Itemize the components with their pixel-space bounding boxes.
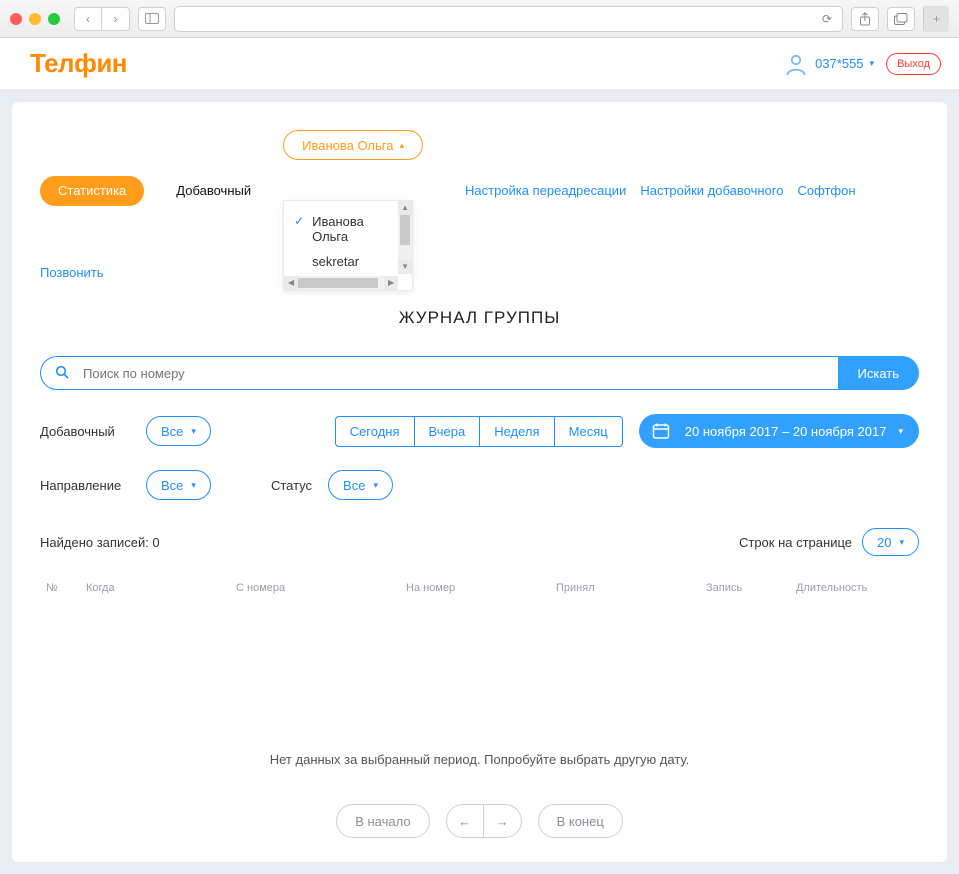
close-window-icon[interactable]: [10, 13, 22, 25]
content-card: Статистика Добавочный Иванова Ольга ▴ Ив…: [12, 102, 947, 862]
link-forwarding-settings[interactable]: Настройка переадресации: [465, 183, 626, 198]
minimize-window-icon[interactable]: [29, 13, 41, 25]
chevron-down-icon: ▾: [373, 480, 378, 491]
direction-filter-select[interactable]: Все ▾: [146, 470, 211, 500]
filter-row-2: Направление Все ▾ Статус Все ▾: [40, 470, 919, 500]
col-number: №: [40, 582, 80, 594]
period-yesterday[interactable]: Вчера: [414, 417, 480, 446]
user-select-dropdown[interactable]: Иванова Ольга ▴: [283, 130, 423, 160]
chevron-down-icon: ▾: [191, 480, 196, 491]
status-filter-select[interactable]: Все ▾: [328, 470, 393, 500]
reload-icon[interactable]: ⟳: [822, 12, 832, 26]
nav-buttons: ‹ ›: [74, 7, 130, 31]
pager-last[interactable]: В конец: [538, 804, 623, 838]
url-bar[interactable]: ⟳: [174, 6, 843, 32]
back-button[interactable]: ‹: [74, 7, 102, 31]
status-filter-label: Статус: [271, 478, 312, 493]
perpage-select[interactable]: 20 ▾: [862, 528, 919, 556]
forward-button[interactable]: ›: [102, 7, 130, 31]
empty-state: Нет данных за выбранный период. Попробуй…: [40, 752, 919, 767]
chevron-up-icon: ▴: [399, 140, 404, 151]
maximize-window-icon[interactable]: [48, 13, 60, 25]
link-softphone[interactable]: Софтфон: [797, 183, 855, 198]
period-month[interactable]: Месяц: [554, 417, 622, 446]
col-to: На номер: [400, 582, 550, 594]
chevron-down-icon: ▾: [898, 426, 903, 437]
col-received: Принял: [550, 582, 700, 594]
extension-filter-value: Все: [161, 424, 183, 439]
browser-chrome: ‹ › ⟳ +: [0, 0, 959, 38]
logo: Телфин: [30, 48, 127, 79]
col-when: Когда: [80, 582, 230, 594]
chevron-down-icon: ▾: [899, 537, 904, 548]
pager: В начало ← → В конец: [12, 804, 947, 838]
direction-filter-label: Направление: [40, 478, 130, 493]
pager-next[interactable]: →: [484, 804, 522, 838]
window-controls: [10, 13, 60, 25]
perpage-label: Строк на странице: [739, 535, 852, 550]
search-button[interactable]: Искать: [838, 356, 920, 390]
extension-filter-select[interactable]: Все ▾: [146, 416, 211, 446]
search-icon: [55, 365, 69, 382]
sidebar-toggle-button[interactable]: [138, 7, 166, 31]
user-option-ivanova[interactable]: Иванова Ольга: [284, 209, 398, 249]
chevron-down-icon: ▾: [870, 58, 875, 69]
chevron-down-icon: ▾: [191, 426, 196, 437]
col-from: С номера: [230, 582, 400, 594]
search-input[interactable]: [83, 366, 824, 381]
tab-statistics[interactable]: Статистика: [40, 176, 144, 206]
search-row: Искать: [40, 356, 919, 390]
user-option-sekretar[interactable]: sekretar: [284, 249, 398, 274]
logout-button[interactable]: Выход: [886, 53, 941, 75]
date-range-value: 20 ноября 2017 – 20 ноября 2017: [685, 424, 887, 439]
period-today[interactable]: Сегодня: [336, 417, 414, 446]
page-title: ЖУРНАЛ ГРУППЫ: [40, 308, 919, 328]
pager-prev[interactable]: ←: [446, 804, 484, 838]
link-extension-settings[interactable]: Настройки добавочного: [640, 183, 783, 198]
user-account-menu[interactable]: 037*555 ▾: [783, 51, 874, 77]
results-row: Найдено записей: 0 Строк на странице 20 …: [40, 528, 919, 556]
tabs-button[interactable]: [887, 7, 915, 31]
new-tab-button[interactable]: +: [923, 6, 949, 32]
filter-row-1: Добавочный Все ▾ Сегодня Вчера Неделя Ме…: [40, 414, 919, 448]
user-icon: [783, 51, 809, 77]
search-box: [40, 356, 838, 390]
date-range-picker[interactable]: 20 ноября 2017 – 20 ноября 2017 ▾: [639, 414, 919, 448]
direction-filter-value: Все: [161, 478, 183, 493]
status-filter-value: Все: [343, 478, 365, 493]
app-header: Телфин 037*555 ▾ Выход: [0, 38, 959, 90]
scrollbar-horizontal[interactable]: ◀▶: [284, 276, 398, 290]
period-week[interactable]: Неделя: [479, 417, 553, 446]
user-select-value: Иванова Ольга: [302, 138, 393, 153]
table-header: № Когда С номера На номер Принял Запись …: [40, 574, 919, 602]
tabs-row: Статистика Добавочный Иванова Ольга ▴ Ив…: [40, 130, 919, 280]
col-duration: Длительность: [790, 582, 919, 594]
link-call[interactable]: Позвонить: [40, 265, 104, 280]
user-dropdown-panel: Иванова Ольга sekretar ▲▼ ◀▶: [283, 200, 413, 291]
scrollbar-vertical[interactable]: ▲▼: [398, 201, 412, 274]
user-account-label: 037*555: [815, 56, 863, 71]
share-button[interactable]: [851, 7, 879, 31]
tab-extension[interactable]: Добавочный: [158, 176, 269, 206]
period-segmented: Сегодня Вчера Неделя Месяц: [335, 416, 623, 447]
calendar-icon: [649, 419, 673, 443]
extension-filter-label: Добавочный: [40, 424, 130, 439]
pager-first[interactable]: В начало: [336, 804, 429, 838]
col-record: Запись: [700, 582, 790, 594]
perpage-value: 20: [877, 535, 891, 550]
results-count: Найдено записей: 0: [40, 535, 160, 550]
